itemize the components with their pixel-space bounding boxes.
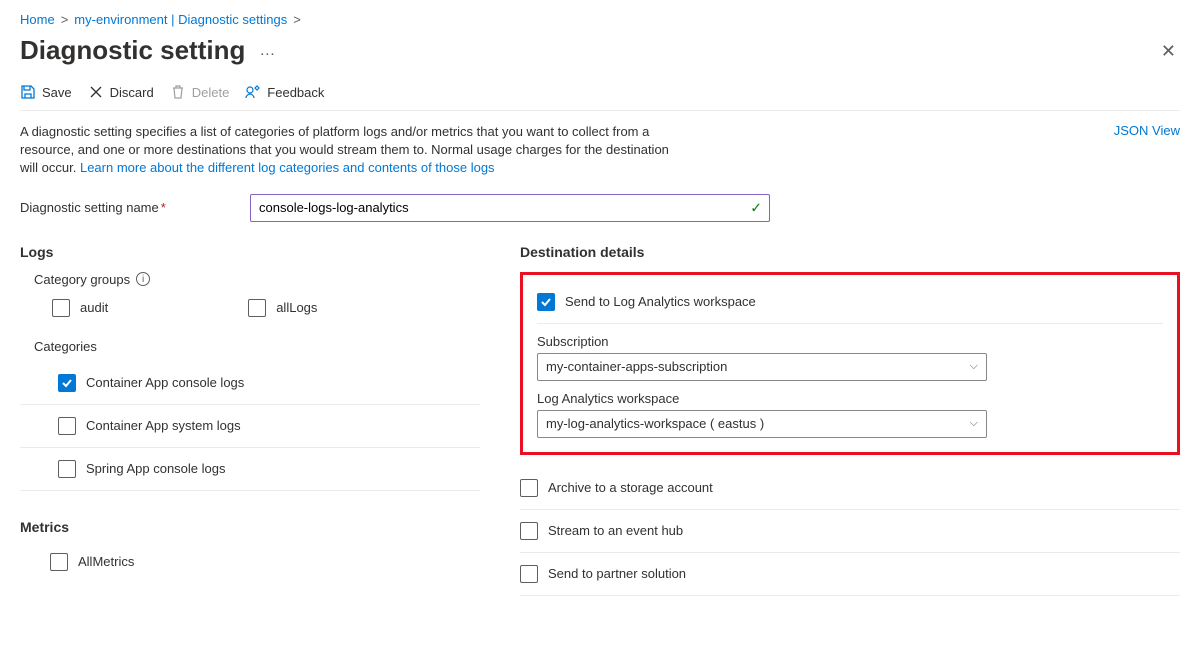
- toolbar: Save Discard Delete Feedback: [20, 84, 1180, 111]
- workspace-select[interactable]: my-log-analytics-workspace ( eastus ) ⌵: [537, 410, 987, 438]
- system-logs-label: Container App system logs: [86, 418, 241, 433]
- breadcrumb-env[interactable]: my-environment | Diagnostic settings: [74, 12, 287, 27]
- discard-button[interactable]: Discard: [88, 84, 154, 100]
- chevron-right-icon: >: [293, 12, 301, 27]
- info-icon[interactable]: i: [136, 272, 150, 286]
- delete-button: Delete: [170, 84, 230, 100]
- console-logs-label: Container App console logs: [86, 375, 244, 390]
- storage-label: Archive to a storage account: [548, 480, 713, 495]
- chevron-down-icon: ⌵: [970, 417, 978, 430]
- alllogs-label: allLogs: [276, 300, 317, 315]
- delete-label: Delete: [192, 85, 230, 100]
- destination-heading: Destination details: [520, 244, 1180, 260]
- delete-icon: [170, 84, 186, 100]
- feedback-icon: [245, 84, 261, 100]
- audit-label: audit: [80, 300, 108, 315]
- name-input[interactable]: [250, 194, 770, 222]
- system-logs-checkbox[interactable]: [58, 417, 76, 435]
- feedback-button[interactable]: Feedback: [245, 84, 324, 100]
- learn-more-link[interactable]: Learn more about the different log categ…: [80, 160, 495, 175]
- eventhub-checkbox[interactable]: [520, 522, 538, 540]
- breadcrumb: Home > my-environment | Diagnostic setti…: [20, 12, 1180, 27]
- workspace-value: my-log-analytics-workspace ( eastus ): [546, 416, 764, 431]
- partner-label: Send to partner solution: [548, 566, 686, 581]
- save-button[interactable]: Save: [20, 84, 72, 100]
- json-view-link[interactable]: JSON View: [1114, 123, 1180, 138]
- console-logs-checkbox[interactable]: [58, 374, 76, 392]
- audit-checkbox[interactable]: [52, 299, 70, 317]
- category-groups-label: Category groups i: [20, 272, 480, 287]
- subscription-select[interactable]: my-container-apps-subscription ⌵: [537, 353, 987, 381]
- logs-heading: Logs: [20, 244, 480, 260]
- storage-checkbox[interactable]: [520, 479, 538, 497]
- feedback-label: Feedback: [267, 85, 324, 100]
- send-log-analytics-checkbox[interactable]: [537, 293, 555, 311]
- intro-text: A diagnostic setting specifies a list of…: [20, 123, 680, 178]
- close-icon[interactable]: ✕: [1157, 38, 1180, 64]
- discard-icon: [88, 84, 104, 100]
- valid-check-icon: ✓: [750, 199, 762, 216]
- discard-label: Discard: [110, 85, 154, 100]
- send-log-analytics-label: Send to Log Analytics workspace: [565, 294, 756, 309]
- breadcrumb-home[interactable]: Home: [20, 12, 55, 27]
- chevron-down-icon: ⌵: [970, 360, 978, 373]
- more-actions-icon[interactable]: …: [255, 40, 279, 62]
- eventhub-label: Stream to an event hub: [548, 523, 683, 538]
- alllogs-checkbox[interactable]: [248, 299, 266, 317]
- allmetrics-checkbox[interactable]: [50, 553, 68, 571]
- save-label: Save: [42, 85, 72, 100]
- allmetrics-label: AllMetrics: [78, 554, 134, 569]
- highlight-send-log-analytics: Send to Log Analytics workspace Subscrip…: [520, 272, 1180, 455]
- spring-logs-label: Spring App console logs: [86, 461, 225, 476]
- name-label: Diagnostic setting name*: [20, 200, 250, 215]
- categories-label: Categories: [20, 339, 480, 354]
- page-title: Diagnostic setting: [20, 35, 245, 66]
- subscription-value: my-container-apps-subscription: [546, 359, 727, 374]
- save-icon: [20, 84, 36, 100]
- metrics-heading: Metrics: [20, 519, 480, 535]
- workspace-label: Log Analytics workspace: [537, 391, 1163, 406]
- spring-logs-checkbox[interactable]: [58, 460, 76, 478]
- partner-checkbox[interactable]: [520, 565, 538, 583]
- subscription-label: Subscription: [537, 334, 1163, 349]
- chevron-right-icon: >: [61, 12, 69, 27]
